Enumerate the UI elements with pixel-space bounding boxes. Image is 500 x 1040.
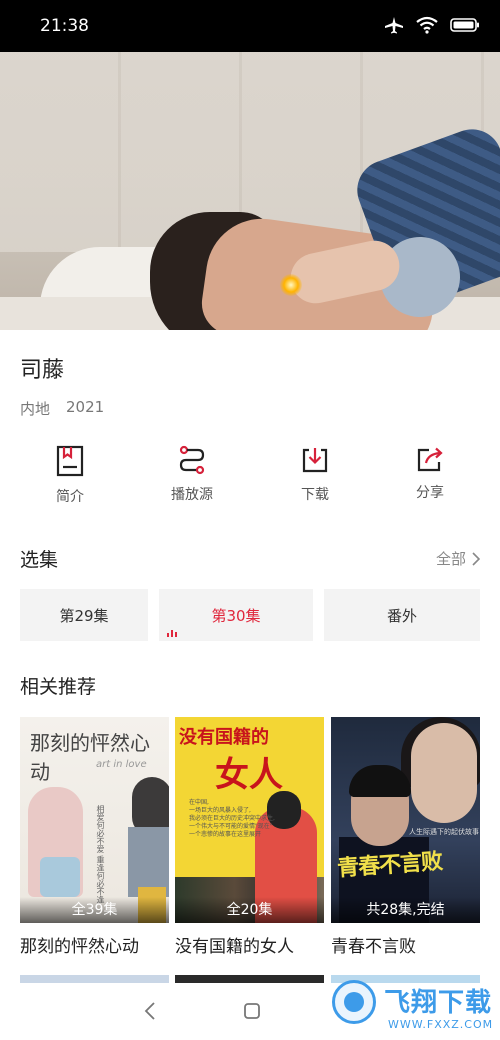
see-all-label: 全部 — [435, 550, 466, 568]
poster-image: 人生际遇下的起伏故事 青春不言败 共28集,完结 — [331, 717, 480, 923]
poster-figure — [411, 723, 477, 823]
wifi-icon — [416, 16, 438, 34]
playing-indicator-icon — [167, 630, 177, 637]
episode-list: 第29集 第30集 番外 — [20, 589, 480, 641]
download-icon — [302, 448, 328, 473]
source-icon — [179, 445, 205, 475]
battery-icon — [450, 18, 479, 32]
watermark-logo-icon — [332, 980, 376, 1024]
poster-figure — [40, 857, 80, 897]
show-meta: 内地 2021 — [20, 398, 104, 419]
recommend-card[interactable]: 那刻的怦然心动 art in love 相爱何必不爱 重逢何必不逢 全39集 那… — [20, 717, 169, 957]
poster-title: 没有国籍的 — [179, 727, 269, 748]
airplane-icon — [385, 17, 403, 34]
poster-image: 那刻的怦然心动 art in love 相爱何必不爱 重逢何必不逢 全39集 — [20, 717, 169, 923]
recommend-card[interactable]: 人生际遇下的起伏故事 青春不言败 共28集,完结 青春不言败 — [331, 717, 480, 957]
episode-count-badge: 全39集 — [20, 897, 169, 923]
poster-subtitle: art in love — [96, 759, 147, 770]
action-row: 简介 播放源 下载 分享 — [0, 445, 500, 515]
back-icon[interactable] — [140, 1000, 160, 1022]
share-label: 分享 — [416, 485, 444, 501]
intro-button[interactable]: 简介 — [20, 445, 120, 506]
home-icon[interactable] — [243, 1002, 261, 1020]
poster-title: 那刻的怦然心动 — [30, 731, 150, 784]
episodes-section-title: 选集 — [20, 549, 59, 571]
source-label: 播放源 — [171, 487, 213, 503]
episode-item-29[interactable]: 第29集 — [20, 589, 148, 641]
recommend-card-partial[interactable] — [20, 975, 169, 983]
share-icon — [417, 447, 443, 472]
episode-count-badge: 共28集,完结 — [331, 897, 480, 923]
watermark-url: WWW.FXXZ.COM — [388, 1018, 494, 1031]
recommend-title: 那刻的怦然心动 — [20, 937, 139, 957]
recommend-card-partial[interactable] — [175, 975, 324, 983]
video-player[interactable] — [0, 52, 500, 330]
intro-icon — [56, 445, 84, 477]
poster-title-large: 女人 — [215, 755, 283, 795]
intro-label: 简介 — [56, 489, 84, 505]
download-label: 下载 — [301, 487, 329, 503]
episode-label: 第30集 — [211, 606, 261, 625]
watermark-text: 飞翔下载 — [384, 988, 493, 1018]
episode-count-badge: 全20集 — [175, 897, 324, 923]
show-title: 司藤 — [20, 358, 65, 383]
show-year: 2021 — [66, 398, 105, 416]
poster-tagline: 人生际遇下的起伏故事 — [409, 828, 479, 836]
download-button[interactable]: 下载 — [265, 445, 365, 504]
recommend-section-title: 相关推荐 — [20, 676, 97, 698]
show-region: 内地 — [20, 400, 51, 418]
episode-label: 番外 — [386, 606, 417, 625]
episode-item-extra[interactable]: 番外 — [324, 589, 480, 641]
status-time: 21:38 — [40, 16, 89, 36]
poster-vertical-text: 相爱何必不爱 重逢何必不逢 — [96, 805, 105, 904]
recommend-card[interactable]: 没有国籍的 女人 在中国, 一场巨大的风暴入侵了, 我必须在巨大的历史冲突中求生… — [175, 717, 324, 957]
source-button[interactable]: 播放源 — [142, 445, 242, 504]
poster-image: 没有国籍的 女人 在中国, 一场巨大的风暴入侵了, 我必须在巨大的历史冲突中求生… — [175, 717, 324, 923]
recommend-title: 青春不言败 — [331, 937, 416, 957]
share-button[interactable]: 分享 — [380, 445, 480, 502]
watermark: 飞翔下载 WWW.FXXZ.COM — [332, 980, 492, 1036]
video-frame-glow — [280, 274, 302, 296]
status-bar: 21:38 — [0, 0, 500, 52]
episode-label: 第29集 — [59, 606, 109, 625]
poster-body-text: 在中国, 一场巨大的风暴入侵了, 我必须在巨大的历史冲突中求生, 一个伟大与不可… — [189, 799, 275, 838]
status-icons — [384, 16, 480, 34]
recommend-title: 没有国籍的女人 — [175, 937, 294, 957]
see-all-episodes-link[interactable]: 全部 — [436, 548, 480, 569]
episode-item-30[interactable]: 第30集 — [159, 589, 313, 641]
chevron-right-icon — [472, 551, 480, 566]
